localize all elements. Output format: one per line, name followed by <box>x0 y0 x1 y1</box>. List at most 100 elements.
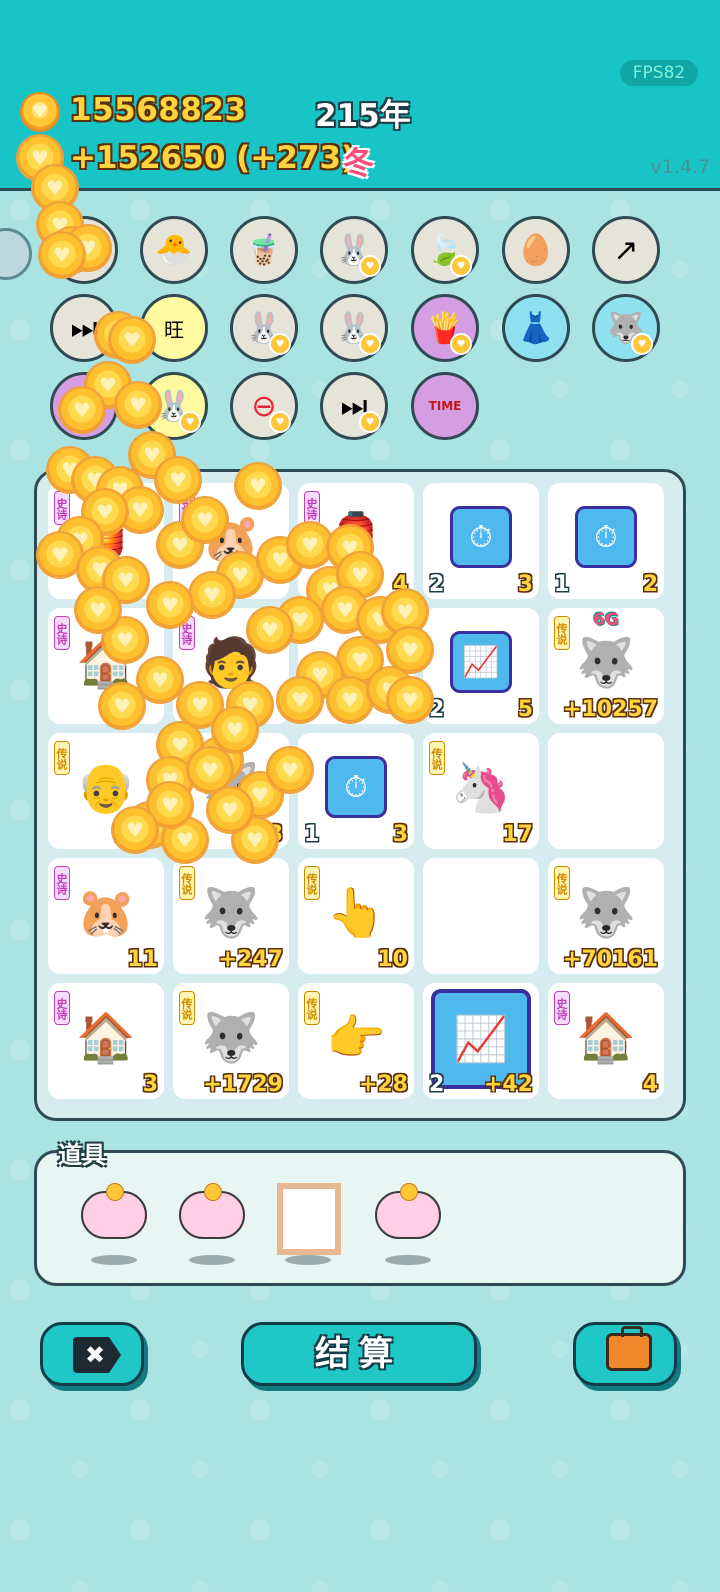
upgrade-bunny-icon[interactable]: 🐰 ♥ <box>230 294 298 362</box>
upgrade-fries-icon[interactable]: 🍟 ♥ <box>411 294 479 362</box>
item-shadow <box>285 1255 331 1265</box>
board-cell[interactable]: 传说 👆 10 <box>298 858 414 974</box>
cell-art-icon: 🐺 <box>576 634 636 691</box>
item-shadow <box>91 1255 137 1265</box>
board-cell[interactable]: 传说 🐺 +247 <box>173 858 289 974</box>
board-cell[interactable]: 史诗 🐹 <box>173 483 289 599</box>
board-cell[interactable]: 史诗 🏮 4 <box>298 483 414 599</box>
upgrade-skip-icon[interactable]: ⏭ <box>50 294 118 362</box>
board-cell[interactable]: 传说 🐺 +70161 <box>548 858 664 974</box>
cell-value: +42 <box>483 1072 533 1097</box>
board-cell[interactable]: 传说 🦄 17 <box>423 733 539 849</box>
items-panel <box>34 1150 686 1286</box>
item-piggy-bank[interactable] <box>175 1183 249 1269</box>
board-cell[interactable]: 史诗 🏠 <box>48 608 164 724</box>
upgrade-bunny-icon[interactable]: 🐰 ♥ <box>320 294 388 362</box>
cell-value: +70161 <box>563 947 658 972</box>
settle-label: 结算 <box>315 1334 403 1374</box>
upgrade-bunny-icon[interactable]: 🐰 ♥ <box>140 372 208 440</box>
item-piggy-bank[interactable] <box>77 1183 151 1269</box>
upgrade-husky-icon[interactable]: 🐺 ♥ <box>592 294 660 362</box>
items-title: 道具 <box>58 1141 106 1169</box>
cell-art-icon: 🐺 <box>201 884 261 941</box>
bag-button[interactable] <box>573 1322 677 1386</box>
upgrade-chick-egg-icon[interactable]: 🐣 <box>140 216 208 284</box>
top-bar: FPS82 15568823 +152650 (+273) 215年 冬 v1.… <box>0 0 720 191</box>
upgrade-skirt-icon[interactable]: 👗 <box>502 294 570 362</box>
cell-value: 3 <box>392 822 408 847</box>
board-cell[interactable]: 史诗 🏮 <box>48 483 164 599</box>
upgrade-icon: 🐷 <box>65 388 103 424</box>
heart-badge-icon: ♥ <box>450 333 472 355</box>
item-piggy-bank[interactable] <box>371 1183 445 1269</box>
settle-button[interactable]: 结算 <box>241 1322 477 1386</box>
stopwatch-card-icon: ⏱ <box>575 506 637 568</box>
upgrade-icon: 🧋 <box>245 232 283 268</box>
upgrade-bunny-icon[interactable]: 🐰 ♥ <box>320 216 388 284</box>
cell-value: 3 <box>142 1072 158 1097</box>
upgrade-time-magazine-icon[interactable]: TIME <box>411 372 479 440</box>
cell-art-icon: 🏠 <box>576 1009 636 1066</box>
board-cell[interactable]: 传说 🐺 +1729 <box>173 983 289 1099</box>
cell-art-icon: 👉 <box>326 1009 386 1066</box>
board-cell[interactable]: 史诗 🐹 11 <box>48 858 164 974</box>
cell-art-icon: 🐺 <box>201 1009 261 1066</box>
board-cell[interactable]: 史诗 🏠 3 <box>48 983 164 1099</box>
upgrade-milk-tea-icon[interactable]: 🧋 <box>230 216 298 284</box>
board-cell[interactable]: ⏱ 1 2 <box>548 483 664 599</box>
close-button[interactable]: ✖ <box>40 1322 144 1386</box>
cell-art-icon: 📈 <box>441 622 521 702</box>
item-shadow <box>385 1255 431 1265</box>
upgrade-no-entry-icon[interactable]: ⊖ ♥ <box>230 372 298 440</box>
board-cell[interactable] <box>298 608 414 724</box>
board-cell[interactable]: 史诗 🧑 <box>173 608 289 724</box>
heart-badge-icon: ♥ <box>631 333 653 355</box>
cell-art-icon: 🏮 <box>326 509 386 566</box>
merge-board: 史诗 🏮 史诗 🐹 史诗 🏮 4 ⏱ 2 3 ⏱ 1 2 史诗 🏠 史诗 🧑 📈 2 5 传说 6G 🐺 +10257 传说 👴 7… <box>34 469 686 1121</box>
close-icon: ✖ <box>73 1337 121 1373</box>
board-cell[interactable] <box>423 858 539 974</box>
coin-icon <box>204 1183 222 1201</box>
cell-art-icon: 👆 <box>326 884 386 941</box>
cell-value: +1729 <box>203 1072 283 1097</box>
heart-badge-icon: ♥ <box>269 333 291 355</box>
heart-badge-icon: ♥ <box>179 411 201 433</box>
cell-art-icon: 🐺 <box>201 759 261 816</box>
cell-art-icon: 🦄 <box>451 759 511 816</box>
board-cell[interactable]: 传说 👴 701 <box>48 733 164 849</box>
cell-art-icon: 🏠 <box>76 1009 136 1066</box>
board-cell[interactable]: 🐺 3 <box>173 733 289 849</box>
year-label: 215年 <box>315 98 411 134</box>
heart-badge-icon: ♥ <box>359 255 381 277</box>
board-cell[interactable]: 📈 2 +42 <box>423 983 539 1099</box>
upgrade-purple-item-icon[interactable]: 🐷 <box>50 372 118 440</box>
cell-art-icon: ⏱ <box>566 497 646 577</box>
board-cell[interactable]: 传说 👉 +28 <box>298 983 414 1099</box>
upgrade-egg-tray-icon[interactable]: 🥚 <box>502 216 570 284</box>
board-cell[interactable]: ⏱ 2 3 <box>423 483 539 599</box>
upgrade-arrow-card-icon[interactable]: ↗ <box>592 216 660 284</box>
cell-art-icon: 🧑 <box>201 634 261 691</box>
version-label: v1.4.7 <box>650 156 710 178</box>
upgrade-leaf-icon[interactable]: 🍃 ♥ <box>411 216 479 284</box>
item-frame[interactable] <box>271 1183 345 1269</box>
heart-badge-icon: ♥ <box>269 411 291 433</box>
cell-art-icon: 🐹 <box>76 884 136 941</box>
upgrade-icon: 旺 <box>164 317 184 342</box>
board-cell[interactable]: 传说 6G 🐺 +10257 <box>548 608 664 724</box>
board-cell[interactable]: ⏱ 1 3 <box>298 733 414 849</box>
upgrade-slot[interactable] <box>50 216 118 284</box>
briefcase-icon <box>606 1326 652 1371</box>
cell-art-icon: 🏠 <box>76 634 136 691</box>
heart-badge-icon: ♥ <box>450 255 472 277</box>
board-cell[interactable] <box>548 733 664 849</box>
income-coin-icon <box>22 142 58 178</box>
board-cell[interactable]: 史诗 🏠 4 <box>548 983 664 1099</box>
cell-value: 10 <box>377 947 408 972</box>
picture-frame-icon <box>277 1183 341 1255</box>
cell-art-icon: 🐹 <box>201 509 261 566</box>
board-cell[interactable]: 📈 2 5 <box>423 608 539 724</box>
upgrade-wang-grid-icon[interactable]: 旺 <box>140 294 208 362</box>
upgrade-icon: TIME <box>428 399 462 413</box>
upgrade-skip-icon[interactable]: ⏭ ♥ <box>320 372 388 440</box>
